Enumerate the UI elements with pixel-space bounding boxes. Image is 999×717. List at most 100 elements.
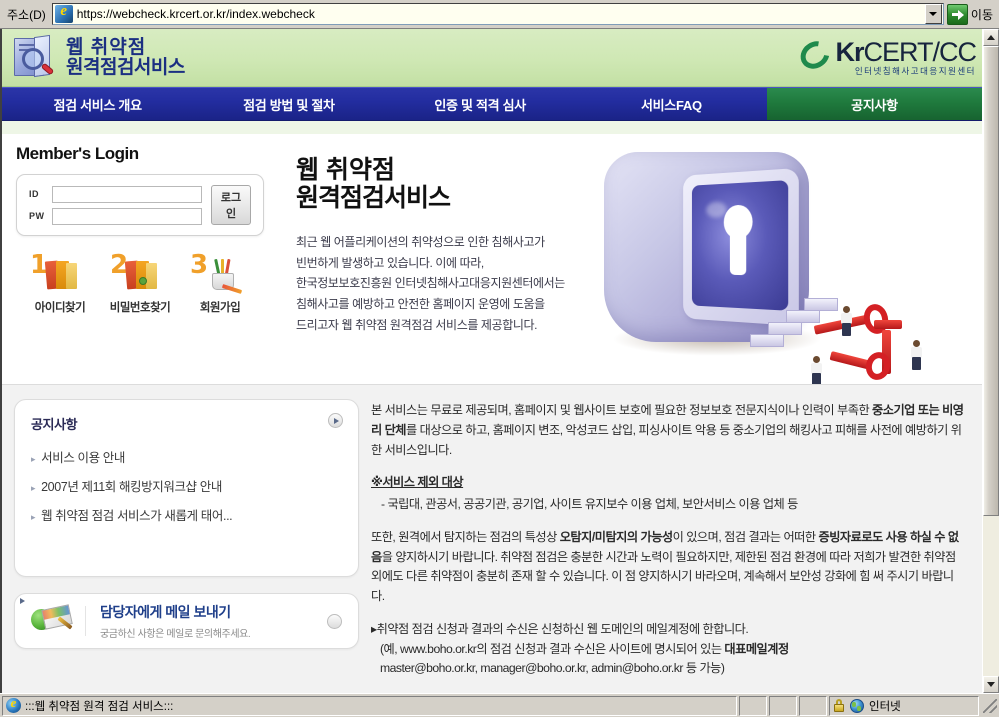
scrollbar-thumb[interactable] [983,46,999,516]
site-brand[interactable]: 웹 취약점 원격점검서비스 [2,34,185,82]
resize-grip[interactable] [983,698,997,713]
service-description: 본 서비스는 무료로 제공되며, 홈페이지 및 웹사이트 보호에 필요한 정보보… [371,399,970,693]
disclaimer-e: 을 양지하시기 바랍니다. 취약점 점검은 충분한 시간과 노력이 필요하지만,… [371,549,956,604]
scroll-down-button[interactable] [983,676,999,693]
paragraph-disclaimer: 또한, 원격에서 탐지하는 점검의 특성상 오탐지/미탐지의 가능성이 있으며,… [371,528,964,607]
left-column: 공지사항 ▸ 서비스 이용 안내 ▸ 2007년 제11회 해킹방지워크샵 안내… [14,399,359,693]
disclaimer-bold-1: 오탐지/미탐지의 가능성 [559,529,673,544]
security-zone-label: 인터넷 [869,700,901,713]
lower-section: 공지사항 ▸ 서비스 이용 안내 ▸ 2007년 제11회 해킹방지워크샵 안내… [2,384,982,693]
hero-section: Member's Login ID PW 로그인 1 아이디찾기 2 비밀번호찾… [2,134,982,384]
list-item[interactable]: ▸ 웹 취약점 점검 서비스가 새롭게 태어... [31,500,342,529]
mail-globe-icon [31,604,73,637]
bullet-icon: ▸ [31,483,36,493]
status-message-text: :::웹 취약점 원격 점검 서비스::: [25,700,174,713]
person-figure [810,356,823,384]
hero-description: 최근 웹 어플리케이션의 취약성으로 인한 침해사고가 빈번하게 발생하고 있습… [296,232,626,335]
krcert-subtitle: 인터넷침해사고대응지원센터 [854,66,976,76]
member-login-area: Member's Login ID PW 로그인 1 아이디찾기 2 비밀번호찾… [16,144,264,315]
hero-illustration [582,134,982,384]
browser-address-bar: 주소(D) https://webcheck.krcert.or.kr/inde… [0,0,999,28]
scrollbar-track[interactable] [983,46,999,676]
page-scrollbar[interactable] [982,29,999,693]
login-row-pw: PW [29,207,202,225]
id-label: ID [29,189,39,199]
hero-desc-line-3: 한국정보보호진흥원 인터넷침해사고대응지원센터에서는 [296,276,565,291]
signup-link[interactable]: 3 회원가입 [184,250,256,315]
send-mail-card[interactable]: 담당자에게 메일 보내기 궁금하신 사항은 메일로 문의해주세요. [14,593,359,649]
send-mail-subtitle: 궁금하신 사항은 메일로 문의해주세요. [100,629,251,640]
password-input[interactable] [52,207,202,225]
address-dropdown-button[interactable] [924,4,942,24]
hero-desc-line-2: 빈번하게 발생하고 있습니다. 이에 따라, [296,255,484,270]
brand-line-2: 원격점검서비스 [66,56,185,78]
krcert-main-text: KrCERT/CC [835,37,977,67]
status-slot-2 [769,695,797,716]
krcert-kr: Kr [835,37,864,67]
main-navigation: 점검 서비스 개요 점검 방법 및 절차 인증 및 적격 심사 서비스FAQ 공… [2,87,982,121]
status-slot-3 [799,695,827,716]
go-arrow-icon [946,3,968,25]
pencil-cup-icon: 3 [184,250,256,298]
send-mail-title: 담당자에게 메일 보내기 [100,604,231,620]
mail-account-note: ▸취약점 점검 신청과 결과의 수신은 신청하신 웹 도메인의 메일계정에 한합… [371,620,964,679]
find-id-label: 아이디찾기 [34,302,86,314]
notice-item-label: 서비스 이용 안내 [41,451,125,465]
note-line-2: (예, www.boho.or.kr의 점검 신청과 결과 수신은 사이트에 명… [371,640,964,660]
person-figure [910,340,923,370]
lock-icon [833,698,845,713]
nav-item-faq[interactable]: 서비스FAQ [576,88,767,120]
security-zone-panel[interactable]: 인터넷 [829,695,979,716]
krcert-logo[interactable]: KrCERT/CC 인터넷침해사고대응지원센터 [795,35,977,76]
notice-item-label: 웹 취약점 점검 서비스가 새롭게 태어... [41,509,233,523]
key-icon-b [882,330,891,374]
bullet-icon: ▸ [31,454,36,464]
status-message-panel: :::웹 취약점 원격 점검 서비스::: [2,695,737,716]
login-button[interactable]: 로그인 [211,185,251,225]
send-mail-text: 담당자에게 메일 보내기 궁금하신 사항은 메일로 문의해주세요. [100,602,313,640]
disclaimer-a: 또한, 원격에서 탐지하는 점검의 특성상 [371,529,560,544]
ie-icon [6,697,21,713]
notice-more-button[interactable] [328,413,343,428]
hero-title-line-1: 웹 취약점 [296,156,395,184]
nav-item-certification[interactable]: 인증 및 적격 심사 [385,88,576,120]
signup-label: 회원가입 [199,302,241,314]
id-input[interactable] [52,185,202,203]
paragraph-intro: 본 서비스는 무료로 제공되며, 홈페이지 및 웹사이트 보호에 필요한 정보보… [371,401,964,460]
brand-line-1: 웹 취약점 [66,36,147,58]
hero-desc-line-5: 드리고자 웹 취약점 원격점검 서비스를 제공합니다. [296,317,538,332]
nav-item-overview[interactable]: 점검 서비스 개요 [2,88,193,120]
nav-spacer [2,121,982,134]
krcert-cert: CERT/CC [863,37,977,67]
site-header: 웹 취약점 원격점검서비스 KrCERT/CC 인터넷침해사고대응지원센터 [2,29,982,87]
note-line-1: ▸취약점 점검 신청과 결과의 수신은 신청하신 웹 도메인의 메일계정에 한합… [371,621,749,636]
monitor-screen-bezel [683,167,799,327]
send-mail-go-button[interactable] [327,613,342,629]
nav-item-notices[interactable]: 공지사항 [767,88,982,120]
list-item[interactable]: ▸ 2007년 제11회 해킹방지워크샵 안내 [31,471,342,500]
find-password-link[interactable]: 2 비밀번호찾기 [104,250,176,315]
login-title: Member's Login [16,144,139,163]
status-slot-1 [739,695,767,716]
chevron-down-icon [987,682,995,687]
scroll-up-button[interactable] [983,29,999,46]
notice-heading: 공지사항 [31,417,78,432]
address-field[interactable]: https://webcheck.krcert.or.kr/index.webc… [51,3,944,25]
nav-item-method[interactable]: 점검 방법 및 절차 [193,88,384,120]
chevron-up-icon [987,35,995,40]
monitor-body-shape [604,152,809,342]
login-row-id: ID [29,185,202,203]
exclusion-list: - 국립대, 관공서, 공공기관, 공기업, 사이트 유지보수 이용 업체, 보… [381,497,798,512]
browser-status-bar: :::웹 취약점 원격 점검 서비스::: 인터넷 [0,693,999,717]
key-icon-a [813,314,871,335]
notice-card: 공지사항 ▸ 서비스 이용 안내 ▸ 2007년 제11회 해킹방지워크샵 안내… [14,399,359,577]
find-password-label: 비밀번호찾기 [109,302,171,314]
books-lock-icon: 2 [104,250,176,298]
address-url-text[interactable]: https://webcheck.krcert.or.kr/index.webc… [76,7,925,21]
go-button[interactable]: 이동 [946,3,997,25]
person-figure [840,306,853,336]
magnifier-document-icon [8,34,58,82]
list-item[interactable]: ▸ 서비스 이용 안내 [31,442,342,471]
find-id-link[interactable]: 1 아이디찾기 [24,250,96,315]
bullet-icon: ▸ [31,512,36,522]
